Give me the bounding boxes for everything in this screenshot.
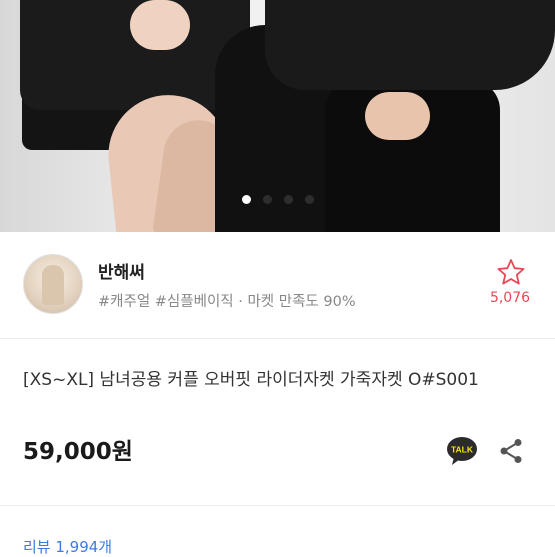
seller-avatar[interactable] bbox=[23, 254, 83, 314]
divider bbox=[0, 505, 555, 506]
divider bbox=[0, 338, 555, 339]
review-link[interactable]: 리뷰 1,994개 bbox=[23, 536, 112, 557]
gallery-dot[interactable] bbox=[304, 195, 314, 204]
product-price: 59,000원 bbox=[23, 439, 133, 465]
seller-tags: #캐주얼 #심플베이직 · 마켓 만족도 90% bbox=[98, 294, 356, 310]
star-outline-icon[interactable] bbox=[497, 258, 525, 286]
product-photo[interactable] bbox=[0, 0, 555, 232]
talk-label: TALK bbox=[451, 445, 474, 455]
gallery-pagination bbox=[0, 195, 555, 205]
product-title: [XS~XL] 남녀공용 커플 오버핏 라이더자켓 가죽자켓 O#S001 bbox=[23, 370, 479, 390]
like-count: 5,076 bbox=[489, 290, 531, 306]
gallery-dot[interactable] bbox=[241, 195, 251, 204]
gallery-dot[interactable] bbox=[283, 195, 293, 204]
gallery-dot[interactable] bbox=[262, 195, 272, 204]
seller-info[interactable]: 반해써 #캐주얼 #심플베이직 · 마켓 만족도 90% 5,076 bbox=[0, 232, 555, 332]
kakao-talk-icon[interactable]: TALK bbox=[446, 436, 478, 466]
seller-name[interactable]: 반해써 bbox=[98, 258, 145, 283]
share-icon[interactable] bbox=[499, 438, 523, 464]
